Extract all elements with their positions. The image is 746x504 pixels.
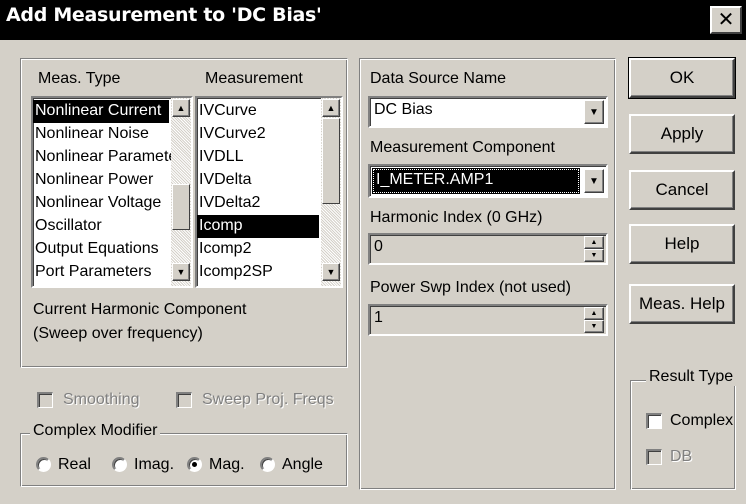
- power-swp-index-spinner[interactable]: 1 ▲ ▼: [368, 304, 608, 336]
- list-item[interactable]: Nonlinear Paramete: [33, 146, 177, 169]
- db-label: DB: [670, 448, 693, 465]
- list-item[interactable]: Port Parameters: [33, 261, 169, 284]
- arrow-up-icon: ▲: [326, 103, 336, 113]
- spin-down-button[interactable]: ▼: [584, 249, 604, 262]
- measurement-header: Measurement: [205, 70, 303, 87]
- radio-real[interactable]: Real: [36, 456, 100, 476]
- list-item[interactable]: Nonlinear Voltage: [33, 192, 169, 215]
- radio-angle-label: Angle: [282, 456, 323, 473]
- scroll-up-button[interactable]: ▲: [172, 99, 190, 117]
- list-item[interactable]: Icomp2SP: [197, 261, 319, 284]
- list-item[interactable]: Oscillator: [33, 215, 169, 238]
- radio-mag[interactable]: Mag.: [187, 456, 251, 476]
- harmonic-spin-buttons[interactable]: ▲ ▼: [584, 236, 604, 262]
- measurement-description-line1: Current Harmonic Component: [33, 301, 247, 318]
- db-checkbox[interactable]: DB: [646, 448, 706, 468]
- scroll-up-button[interactable]: ▲: [322, 99, 340, 117]
- list-item[interactable]: IVDelta: [197, 169, 319, 192]
- list-item[interactable]: Output Equations: [33, 238, 169, 261]
- complex-checkbox[interactable]: Complex: [646, 412, 734, 432]
- radio-real-label: Real: [58, 456, 91, 473]
- close-icon: ✕: [717, 7, 735, 31]
- radio-mag-label: Mag.: [209, 456, 245, 473]
- result-type-legend: Result Type: [646, 368, 737, 386]
- radio-mag-circle: [187, 457, 202, 472]
- cancel-button[interactable]: Cancel: [629, 170, 735, 210]
- harmonic-index-label: Harmonic Index (0 GHz): [370, 209, 543, 226]
- meas-type-list[interactable]: Nonlinear Current Nonlinear Noise Nonlinea…: [31, 96, 193, 288]
- spin-up-button[interactable]: ▲: [584, 236, 604, 249]
- apply-button[interactable]: Apply: [629, 114, 735, 154]
- arrow-down-icon: ▼: [176, 267, 186, 277]
- smoothing-checkbox[interactable]: Smoothing: [37, 391, 167, 411]
- sweep-proj-freqs-checkbox[interactable]: Sweep Proj. Freqs: [176, 391, 336, 411]
- arrow-up-icon: ▲: [176, 103, 186, 113]
- radio-imag[interactable]: Imag.: [112, 456, 178, 476]
- arrow-down-icon: ▼: [590, 252, 598, 259]
- radio-real-circle: [36, 457, 51, 472]
- measurement-component-dropdown-button[interactable]: ▼: [584, 169, 604, 193]
- list-item[interactable]: IVDelta2: [197, 192, 319, 215]
- sweep-proj-freqs-label: Sweep Proj. Freqs: [202, 391, 334, 408]
- power-swp-index-label: Power Swp Index (not used): [370, 279, 571, 296]
- close-button[interactable]: ✕: [710, 6, 742, 34]
- scroll-thumb[interactable]: [172, 184, 190, 230]
- list-item[interactable]: Icomp2: [197, 238, 319, 261]
- meas-type-header: Meas. Type: [38, 70, 121, 87]
- complex-modifier-legend: Complex Modifier: [30, 422, 161, 440]
- scroll-thumb[interactable]: [322, 118, 340, 204]
- power-swp-spin-buttons[interactable]: ▲ ▼: [584, 307, 604, 333]
- meas-type-scrollbar[interactable]: ▲ ▼: [171, 98, 191, 286]
- list-item[interactable]: IVCurve: [197, 100, 319, 123]
- measurement-list[interactable]: IVCurve IVCurve2 IVDLL IVDelta IVDelta2 Icomp…: [195, 96, 343, 288]
- measurement-component-select[interactable]: I_METER.AMP1 ▼: [368, 164, 608, 198]
- measurement-scrollbar[interactable]: ▲ ▼: [321, 98, 341, 286]
- list-item[interactable]: Icomp: [197, 215, 319, 238]
- list-item[interactable]: Nonlinear Current: [33, 100, 169, 123]
- list-item[interactable]: IVDLL: [197, 146, 319, 169]
- scroll-down-button[interactable]: ▼: [172, 263, 190, 281]
- arrow-down-icon: ▼: [326, 267, 336, 277]
- sweep-proj-freqs-checkbox-box: [176, 392, 192, 408]
- arrow-up-icon: ▲: [590, 239, 598, 246]
- radio-selected-dot: [192, 462, 197, 467]
- arrow-down-icon: ▼: [590, 323, 598, 330]
- radio-angle[interactable]: Angle: [260, 456, 330, 476]
- list-item[interactable]: Nonlinear Power: [33, 169, 169, 192]
- power-swp-index-value: 1: [374, 309, 383, 326]
- harmonic-index-value: 0: [374, 238, 383, 255]
- measurement-component-label: Measurement Component: [370, 139, 555, 156]
- data-source-value: DC Bias: [374, 101, 433, 118]
- measurement-description-line2: (Sweep over frequency): [33, 325, 203, 342]
- complex-checkbox-box: [646, 413, 662, 429]
- meas-help-button[interactable]: Meas. Help: [629, 284, 735, 324]
- list-item[interactable]: IVCurve2: [197, 123, 319, 146]
- list-item[interactable]: Nonlinear Noise: [33, 123, 169, 146]
- ok-button[interactable]: OK: [628, 57, 736, 99]
- chevron-down-icon: ▼: [589, 175, 599, 187]
- data-source-label: Data Source Name: [370, 70, 507, 87]
- smoothing-label: Smoothing: [63, 391, 140, 408]
- radio-imag-circle: [112, 457, 127, 472]
- radio-imag-label: Imag.: [134, 456, 175, 473]
- result-type-group: [630, 380, 736, 490]
- spin-up-button[interactable]: ▲: [584, 307, 604, 320]
- dialog-title: Add Measurement to 'DC Bias': [6, 4, 322, 26]
- smoothing-checkbox-box: [37, 392, 53, 408]
- data-source-select[interactable]: DC Bias ▼: [368, 96, 608, 128]
- db-checkbox-box: [646, 449, 662, 465]
- data-source-dropdown-button[interactable]: ▼: [584, 100, 604, 124]
- radio-angle-circle: [260, 457, 275, 472]
- measurement-component-value: I_METER.AMP1: [376, 171, 494, 188]
- arrow-up-icon: ▲: [590, 310, 598, 317]
- scroll-down-button[interactable]: ▼: [322, 263, 340, 281]
- help-button[interactable]: Help: [629, 224, 735, 264]
- harmonic-index-spinner[interactable]: 0 ▲ ▼: [368, 233, 608, 265]
- complex-label: Complex: [670, 412, 734, 429]
- chevron-down-icon: ▼: [589, 106, 599, 118]
- spin-down-button[interactable]: ▼: [584, 320, 604, 333]
